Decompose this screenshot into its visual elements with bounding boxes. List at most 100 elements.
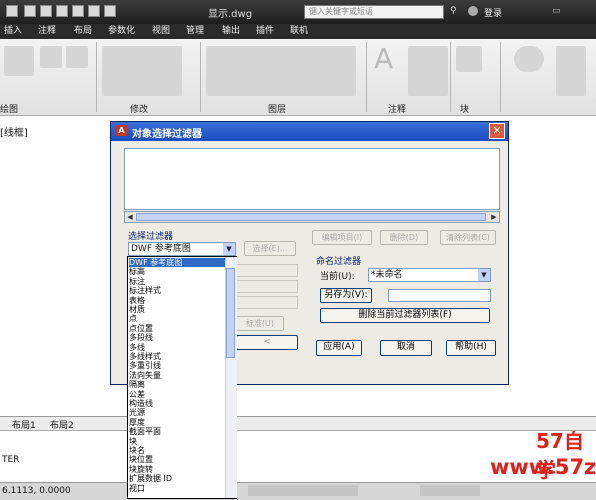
minimize-icon[interactable]: ▭ [552,6,561,16]
modify-tools[interactable] [102,46,182,96]
dropdown-option[interactable]: 表格 [129,296,145,305]
add-selected-object-button[interactable]: < [236,335,298,350]
text-tool-icon[interactable]: A [374,42,393,75]
dropdown-option[interactable]: 标注样式 [129,286,161,295]
dropdown-option[interactable]: 块名 [129,446,145,455]
tab-layout[interactable]: 布局 [74,25,92,37]
annotation-tools[interactable] [408,46,448,96]
dropdown-option[interactable]: 点位置 [129,324,153,333]
select-button[interactable]: 选择(E)... [244,241,296,256]
panel-title-draw[interactable]: 绘图 [0,102,18,115]
dropdown-option[interactable]: 扩展数据 ID [129,474,172,483]
close-button[interactable]: ✕ [489,123,505,139]
filter-list-box[interactable] [124,148,500,210]
panel-title-layers[interactable]: 图层 [268,102,286,115]
undo-icon[interactable] [72,5,84,17]
delete-button[interactable]: 删除(D) [380,230,428,245]
properties-sphere-icon[interactable] [514,46,544,72]
model-space-buttons[interactable] [420,485,480,496]
dropdown-option[interactable]: 标注 [129,277,145,286]
dropdown-option[interactable]: 光源 [129,408,145,417]
tab-manage[interactable]: 管理 [186,25,204,37]
help-button[interactable]: 帮助(H) [446,340,496,356]
search-input[interactable]: 键入关键字或短语 [304,5,444,19]
binoculars-icon[interactable]: ⚲ [450,6,457,16]
current-label: 当前(U): [320,272,355,282]
x-value-field[interactable] [236,264,298,277]
new-icon[interactable] [24,5,36,17]
layer-tools[interactable] [206,46,356,96]
utilities-tools[interactable] [556,46,586,96]
watermark-url: www.57zx [490,455,596,479]
filter-type-select[interactable]: DWF 参考底图 [128,242,236,256]
dropdown-option[interactable]: 法向矢量 [129,371,161,380]
dropdown-option[interactable]: 块位置 [129,455,153,464]
document-title: 显示.dwg [208,9,253,20]
dropdown-option[interactable]: 多线样式 [129,352,161,361]
clear-list-button[interactable]: 清除列表(C) [440,230,496,245]
scroll-left-icon[interactable]: ◀ [125,212,135,222]
panel-title-annotation[interactable]: 注释 [388,102,406,115]
redo-icon[interactable] [88,5,100,17]
layout-tab-bar [0,416,596,431]
z-value-field[interactable] [236,296,298,309]
save-as-name-field[interactable] [388,289,491,302]
dropdown-option[interactable]: 截面平面 [129,427,161,436]
circle-tool-icon[interactable] [66,46,88,68]
tab-output[interactable]: 输出 [222,25,240,37]
status-toggle-buttons[interactable] [248,485,358,496]
panel-divider [96,42,97,112]
panel-title-modify[interactable]: 修改 [130,102,148,115]
edit-item-button[interactable]: 编辑项目(I) [312,230,372,245]
panel-divider [366,42,367,112]
tab-insert[interactable]: 插入 [4,25,22,37]
cancel-button[interactable]: 取消 [380,340,432,356]
dropdown-option[interactable]: 点 [129,314,137,323]
polyline-tool-icon[interactable] [40,46,62,68]
tab-plugins[interactable]: 插件 [256,25,274,37]
open-icon[interactable] [40,5,52,17]
dropdown-option[interactable]: 多段线 [129,333,153,342]
apply-button[interactable]: 应用(A) [316,340,362,356]
dropdown-option[interactable]: 块旋转 [129,465,153,474]
user-icon[interactable] [468,6,478,16]
tab-annotate[interactable]: 注释 [38,25,56,37]
tab-parametric[interactable]: 参数化 [108,25,135,37]
dropdown-option[interactable]: 标高 [129,267,145,276]
save-icon[interactable] [56,5,68,17]
dropdown-scrollbar-thumb[interactable] [226,268,235,358]
dropdown-option[interactable]: 块 [129,437,137,446]
autocad-logo-icon: A [116,125,127,136]
chevron-down-icon[interactable]: ▼ [223,243,235,255]
dropdown-option[interactable]: 构造线 [129,399,153,408]
print-icon[interactable] [104,5,116,17]
dropdown-option[interactable]: 视口 [129,484,145,493]
dialog-title: 对象选择过滤器 [132,129,202,140]
insert-block-icon[interactable] [456,46,482,72]
panel-divider [450,42,451,112]
dropdown-option[interactable]: 隔离 [129,380,145,389]
viewport-style-label[interactable]: [线框] [0,124,28,139]
dropdown-option[interactable]: 多重引线 [129,361,161,370]
dropdown-option[interactable]: 材质 [129,305,145,314]
login-button[interactable]: 登录 [484,6,502,19]
panel-divider [500,42,501,112]
current-filter-combo[interactable]: *未命名 [368,268,491,282]
line-tool-icon[interactable] [4,46,34,76]
named-filters-label: 命名过滤器 [316,257,362,267]
save-as-button[interactable]: 另存为(V): [320,288,372,303]
dropdown-option[interactable]: 厚度 [129,418,145,427]
dropdown-option[interactable]: 公差 [129,390,145,399]
scroll-right-icon[interactable]: ▶ [489,212,499,222]
chevron-down-icon[interactable]: ▼ [478,269,490,281]
tab-view[interactable]: 视图 [152,25,170,37]
dropdown-option[interactable]: DWF 参考底图 [129,258,225,267]
y-value-field[interactable] [236,280,298,293]
app-menu-icon[interactable] [6,5,18,17]
delete-current-filter-button[interactable]: 删除当前过滤器列表(F) [320,308,490,323]
scrollbar-thumb[interactable] [136,213,486,221]
tab-online[interactable]: 联机 [290,25,308,37]
dropdown-option[interactable]: 多线 [129,343,145,352]
panel-title-block[interactable]: 块 [460,102,469,115]
add-to-list-button[interactable]: 标准(U) [236,316,284,331]
